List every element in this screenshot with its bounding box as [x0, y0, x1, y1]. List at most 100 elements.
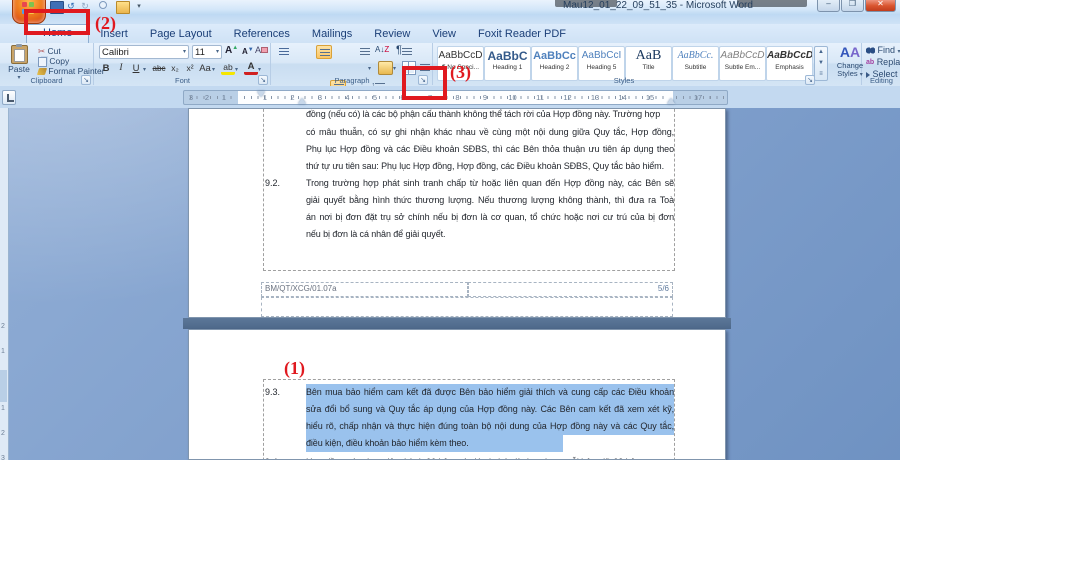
- strikethrough-button[interactable]: abc: [152, 62, 166, 75]
- sort-button[interactable]: A↓Z: [375, 45, 389, 54]
- styles-group-label: Styles: [434, 76, 814, 85]
- vruler-margin-band: [0, 370, 7, 402]
- ruler-number: 1: [222, 93, 226, 102]
- document-line[interactable]: có mâu thuẫn, có sự ghi nhận khác nhau v…: [306, 124, 674, 141]
- annotation-label-3: (3): [450, 62, 471, 83]
- tab-references[interactable]: References: [223, 26, 301, 43]
- show-hide-button[interactable]: ¶: [396, 44, 402, 56]
- tab-page-layout[interactable]: Page Layout: [139, 26, 223, 43]
- open-button[interactable]: [116, 1, 130, 14]
- restore-button[interactable]: ❐: [841, 0, 864, 12]
- annotation-box-home-tab: [24, 9, 90, 35]
- text-highlight-button[interactable]: ab: [221, 62, 235, 75]
- bullets-button[interactable]: [276, 45, 292, 59]
- paragraph-number-9-2[interactable]: 9.2.: [265, 175, 280, 192]
- clipboard-group-label: Clipboard: [0, 76, 93, 85]
- tab-view[interactable]: View: [421, 26, 467, 43]
- multilevel-list-button[interactable]: [357, 45, 373, 59]
- grow-font-button[interactable]: A▲: [225, 45, 238, 56]
- find-label: Find: [878, 45, 896, 55]
- font-color-button[interactable]: A: [244, 62, 258, 75]
- paragraph-number-9-3[interactable]: 9.3.: [265, 384, 280, 401]
- annotation-label-2: (2): [95, 13, 116, 34]
- tab-review[interactable]: Review: [363, 26, 421, 43]
- ruler-number: 8: [455, 93, 459, 102]
- editing-group: Find ▾ ab Replace Select Editing: [863, 43, 900, 85]
- font-group: Calibri▾ 11▾ A▲ A▼ A B I U ▾ abc x₂ x² A…: [95, 43, 271, 85]
- first-line-indent-marker[interactable]: [257, 91, 265, 97]
- superscript-button[interactable]: x²: [183, 62, 197, 75]
- ruler-number: 10: [508, 93, 516, 102]
- annotation-box-paragraph-launcher: [402, 66, 447, 100]
- document-line[interactable]: Phụ lục Hợp đồng và các Điều khoản SĐBS,…: [306, 141, 674, 158]
- footer-doc-code: BM/QT/XCG/01.07a: [262, 283, 467, 295]
- ruler-number: 11: [536, 93, 544, 102]
- clipboard-group: Paste ▾ ✂ Cut Copy Format Painter Clipbo…: [0, 43, 94, 85]
- font-name-value: Calibri: [102, 47, 129, 58]
- document-line[interactable]: thứ tự ưu tiên sau: Phụ lục Hợp đồng, Hợ…: [306, 158, 674, 175]
- multilevel-list-icon: [360, 48, 370, 56]
- vertical-ruler[interactable]: 2 1 1 2 3: [0, 108, 9, 460]
- change-case-button[interactable]: Aa: [198, 62, 212, 75]
- hanging-indent-marker[interactable]: [298, 98, 306, 104]
- bold-button[interactable]: B: [99, 62, 113, 75]
- shading-button[interactable]: [378, 61, 393, 75]
- tab-mailings[interactable]: Mailings: [301, 26, 363, 43]
- document-line[interactable]: nếu bị đơn là cá nhân để giải quyết.: [306, 226, 674, 243]
- vruler-number: 3: [1, 455, 5, 460]
- ruler-number: 17: [694, 93, 702, 102]
- document-line-selected[interactable]: hiểu rõ, chấp nhận và thực hiện đúng toà…: [306, 418, 674, 435]
- document-line-selected[interactable]: sửa đổi bổ sung và Quy tắc áp dụng của H…: [306, 401, 674, 418]
- underline-button[interactable]: U: [129, 62, 143, 75]
- ruler-number: 2: [205, 93, 209, 102]
- replace-label: Replace: [877, 57, 900, 67]
- clear-formatting-button[interactable]: A: [255, 45, 268, 55]
- font-size-combo[interactable]: 11▾: [192, 45, 222, 59]
- styles-dialog-launcher[interactable]: ↘: [805, 75, 815, 85]
- horizontal-ruler[interactable]: 3 2 1 1 2 3 4 5 6 7 8 9 10 11 12 13 14 1…: [183, 90, 728, 105]
- paragraph-number-9-4[interactable]: 9.4.: [265, 454, 280, 460]
- numbering-button[interactable]: [316, 45, 332, 59]
- qat-customize-button[interactable]: ▾: [133, 1, 145, 12]
- minimize-button[interactable]: –: [817, 0, 840, 12]
- document-line-selected[interactable]: điều kiện, điều khoản bảo hiểm kèm theo.: [306, 435, 563, 452]
- subscript-button[interactable]: x₂: [168, 62, 182, 75]
- window-controls: – ❐ ✕: [817, 0, 896, 12]
- print-preview-button[interactable]: [99, 1, 107, 9]
- right-indent-marker[interactable]: [667, 98, 675, 104]
- close-button[interactable]: ✕: [865, 0, 896, 12]
- document-line[interactable]: Trong trường hợp phát sinh tranh chấp từ…: [306, 175, 674, 192]
- ruler-number: 15: [646, 93, 654, 102]
- document-line[interactable]: đồng (nếu có) là các bộ phận cấu thành k…: [306, 108, 674, 123]
- document-line-selected[interactable]: Bên mua bảo hiểm cam kết đã được Bên bảo…: [306, 384, 674, 401]
- document-page-1[interactable]: đồng (nếu có) là các bộ phận cấu thành k…: [188, 108, 726, 318]
- ruler-number: 3: [189, 93, 193, 102]
- tab-foxit-reader-pdf[interactable]: Foxit Reader PDF: [467, 26, 577, 43]
- font-color-dropdown-icon: ▾: [258, 66, 261, 73]
- shading-dropdown-icon: ▾: [393, 65, 396, 72]
- replace-button[interactable]: ab Replace: [866, 57, 900, 67]
- document-line[interactable]: giải quyết bằng hình thức thương lượng. …: [306, 192, 674, 209]
- italic-button[interactable]: I: [114, 62, 128, 75]
- footer-right-box[interactable]: 5/6: [468, 282, 673, 297]
- document-page-2[interactable]: 9.3. Bên mua bảo hiểm cam kết đã được Bê…: [188, 329, 726, 460]
- footer-area-box: [261, 297, 673, 317]
- numbering-icon: [320, 49, 330, 57]
- vruler-number: 1: [1, 405, 5, 412]
- tab-stop-selector[interactable]: [2, 90, 16, 105]
- footer-left-box[interactable]: BM/QT/XCG/01.07a: [261, 282, 468, 297]
- document-line[interactable]: Hợp đồng này được lập thành 06 bản, có g…: [306, 454, 674, 460]
- document-area[interactable]: 2 1 1 2 3 đồng (nếu có) là các bộ phận c…: [0, 108, 900, 460]
- styles-group: AaBbCcD ¶ No Spaci... AaBbC Heading 1 Aa…: [434, 43, 862, 85]
- paste-button[interactable]: Paste ▾: [3, 45, 35, 73]
- styles-gallery-scroll[interactable]: ▲▼≡: [814, 46, 828, 81]
- document-line[interactable]: án nơi bị đơn đặt trụ sở chính nếu bị đơ…: [306, 209, 674, 226]
- clipboard-dialog-launcher[interactable]: ↘: [81, 75, 91, 85]
- find-button[interactable]: Find ▾: [866, 45, 900, 55]
- font-dialog-launcher[interactable]: ↘: [258, 75, 268, 85]
- vruler-number: 2: [1, 430, 5, 437]
- font-name-combo[interactable]: Calibri▾: [99, 45, 189, 59]
- find-icon: [866, 47, 875, 54]
- shrink-font-button[interactable]: A▼: [242, 47, 254, 56]
- underline-dropdown-icon[interactable]: ▾: [143, 66, 146, 73]
